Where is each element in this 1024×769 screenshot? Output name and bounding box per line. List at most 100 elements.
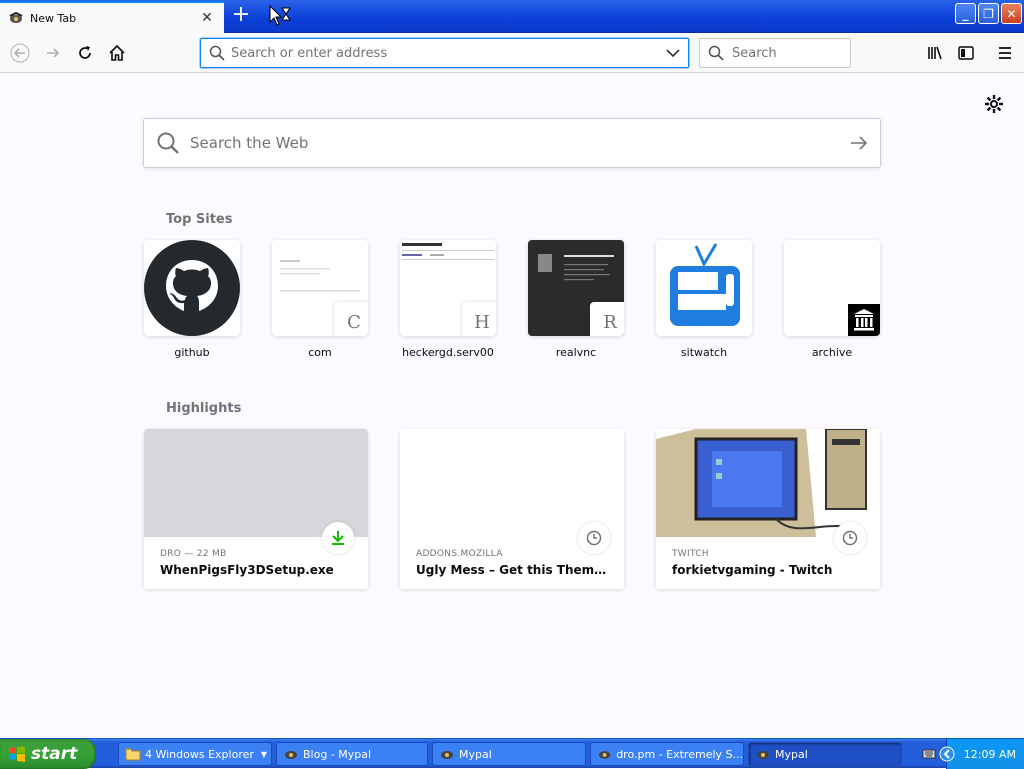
top-site-tile[interactable]: R realvnc [528, 240, 624, 359]
top-site-thumbnail [656, 240, 752, 336]
top-site-label: com [308, 346, 332, 359]
top-site-letter-badge: H [462, 302, 496, 336]
folder-icon [125, 748, 141, 761]
taskbar-button-windows-explorer[interactable]: 4 Windows Explorer ▼ [118, 742, 272, 766]
highlight-title: WhenPigsFly3DSetup.exe [160, 563, 334, 577]
taskbar-button-dro-pm[interactable]: dro.pm - Extremely S... [590, 742, 744, 766]
clock-icon [578, 522, 610, 554]
web-search-box[interactable]: Search the Web [143, 118, 881, 168]
busy-cursor-icon [269, 5, 291, 26]
top-site-thumbnail: H [400, 240, 496, 336]
search-bar[interactable]: Search [699, 38, 851, 68]
taskbar-button-label: Mypal [459, 747, 492, 761]
sitwatch-logo-icon [670, 243, 740, 326]
home-icon [109, 44, 125, 61]
group-chevron-icon: ▼ [260, 749, 267, 759]
start-label: start [31, 744, 78, 764]
minimize-button[interactable]: _ [955, 3, 976, 24]
taskbar-button-label: Blog - Mypal [303, 747, 372, 761]
top-site-tile[interactable]: archive [784, 240, 880, 359]
top-site-letter-badge: R [590, 302, 624, 336]
web-search-input[interactable]: Search the Web [190, 134, 850, 152]
mypal-icon [757, 751, 769, 759]
arrow-right-icon[interactable] [850, 135, 868, 151]
top-site-tile[interactable]: github [144, 240, 240, 359]
top-sites-grid: github C com H heckergd.serv00 R realvnc… [144, 240, 912, 359]
restore-button[interactable]: ❐ [978, 3, 999, 24]
taskbar: start 4 Windows Explorer ▼ Blog - Mypal … [0, 738, 1024, 769]
download-icon [322, 522, 354, 554]
home-button[interactable] [104, 40, 130, 66]
window-controls: _ ❐ ✕ [955, 3, 1022, 24]
highlight-title: forkietvgaming - Twitch [672, 563, 833, 577]
search-input[interactable]: Search [732, 46, 777, 61]
top-site-label: github [174, 346, 210, 359]
clock-icon [834, 522, 866, 554]
highlight-card[interactable]: DRO — 22 MB WhenPigsFly3DSetup.exe [144, 429, 368, 589]
highlight-source: ADDONS.MOZILLA [416, 549, 503, 559]
mypal-icon [598, 751, 611, 759]
top-site-thumbnail: C [272, 240, 368, 336]
github-logo-icon [144, 240, 240, 336]
top-site-label: archive [811, 346, 853, 359]
top-site-label: realvnc [555, 346, 597, 359]
tab-close-icon[interactable]: ✕ [198, 10, 216, 26]
highlight-source: DRO — 22 MB [160, 549, 227, 559]
taskbar-button-blog-mypal[interactable]: Blog - Mypal [276, 742, 428, 766]
reload-button[interactable] [72, 40, 98, 66]
top-site-thumbnail [144, 240, 240, 336]
navigation-toolbar: Search or enter address Search [0, 33, 1024, 73]
highlight-title: Ugly Mess – Get this Theme for … [416, 563, 608, 577]
tab-title: New Tab [30, 11, 77, 25]
highlights-heading: Highlights [166, 401, 242, 416]
search-icon [209, 45, 225, 61]
mypal-icon [285, 751, 297, 759]
windows-flag-icon [9, 746, 25, 762]
taskbar-button-label: 4 Windows Explorer [145, 747, 254, 761]
tab-new-tab[interactable]: New Tab ✕ [0, 1, 224, 33]
sidebar-icon [958, 46, 974, 60]
top-site-thumbnail: R [528, 240, 624, 336]
top-site-thumbnail [784, 240, 880, 336]
retro-computer-image [656, 429, 880, 537]
library-button[interactable] [922, 40, 948, 66]
top-site-tile[interactable]: C com [272, 240, 368, 359]
search-icon [708, 45, 724, 61]
search-icon [157, 132, 179, 154]
tray-expand-icon[interactable] [939, 746, 955, 762]
close-window-button[interactable]: ✕ [1001, 3, 1022, 24]
mypal-favicon-icon [9, 11, 23, 23]
highlights-list: DRO — 22 MB WhenPigsFly3DSetup.exe ADDON… [144, 429, 912, 589]
back-arrow-icon [10, 43, 30, 63]
taskbar-button-label: Mypal [775, 747, 808, 761]
mypal-icon [441, 751, 453, 759]
top-sites-heading: Top Sites [166, 212, 233, 227]
system-tray: 12:09 AM [939, 739, 1024, 769]
taskbar-button-label: dro.pm - Extremely S... [616, 747, 743, 761]
top-site-label: sitwatch [680, 346, 728, 359]
clock: 12:09 AM [963, 747, 1016, 761]
forward-button[interactable] [40, 40, 66, 66]
highlight-preview [400, 429, 624, 537]
url-bar[interactable]: Search or enter address [200, 38, 689, 68]
gear-icon[interactable] [984, 94, 1004, 114]
taskbar-button-mypal-active[interactable]: Mypal [748, 742, 902, 766]
menu-button[interactable] [992, 40, 1018, 66]
highlight-card[interactable]: ADDONS.MOZILLA Ugly Mess – Get this Them… [400, 429, 624, 589]
top-site-tile[interactable]: sitwatch [656, 240, 752, 359]
highlight-source: TWITCH [672, 549, 709, 559]
top-site-letter-badge: C [334, 302, 368, 336]
back-button[interactable] [7, 40, 33, 66]
chevron-down-icon[interactable] [666, 48, 680, 58]
keyboard-icon[interactable] [922, 747, 936, 761]
library-icon [928, 46, 942, 60]
new-tab-button[interactable]: + [230, 4, 252, 27]
top-site-tile[interactable]: H heckergd.serv00 [400, 240, 496, 359]
forward-arrow-icon [47, 48, 60, 58]
start-button[interactable]: start [0, 739, 96, 769]
url-input[interactable]: Search or enter address [231, 46, 666, 61]
sidebar-button[interactable] [953, 40, 979, 66]
highlight-preview [144, 429, 368, 537]
taskbar-button-mypal[interactable]: Mypal [432, 742, 586, 766]
highlight-card[interactable]: TWITCH forkietvgaming - Twitch [656, 429, 880, 589]
